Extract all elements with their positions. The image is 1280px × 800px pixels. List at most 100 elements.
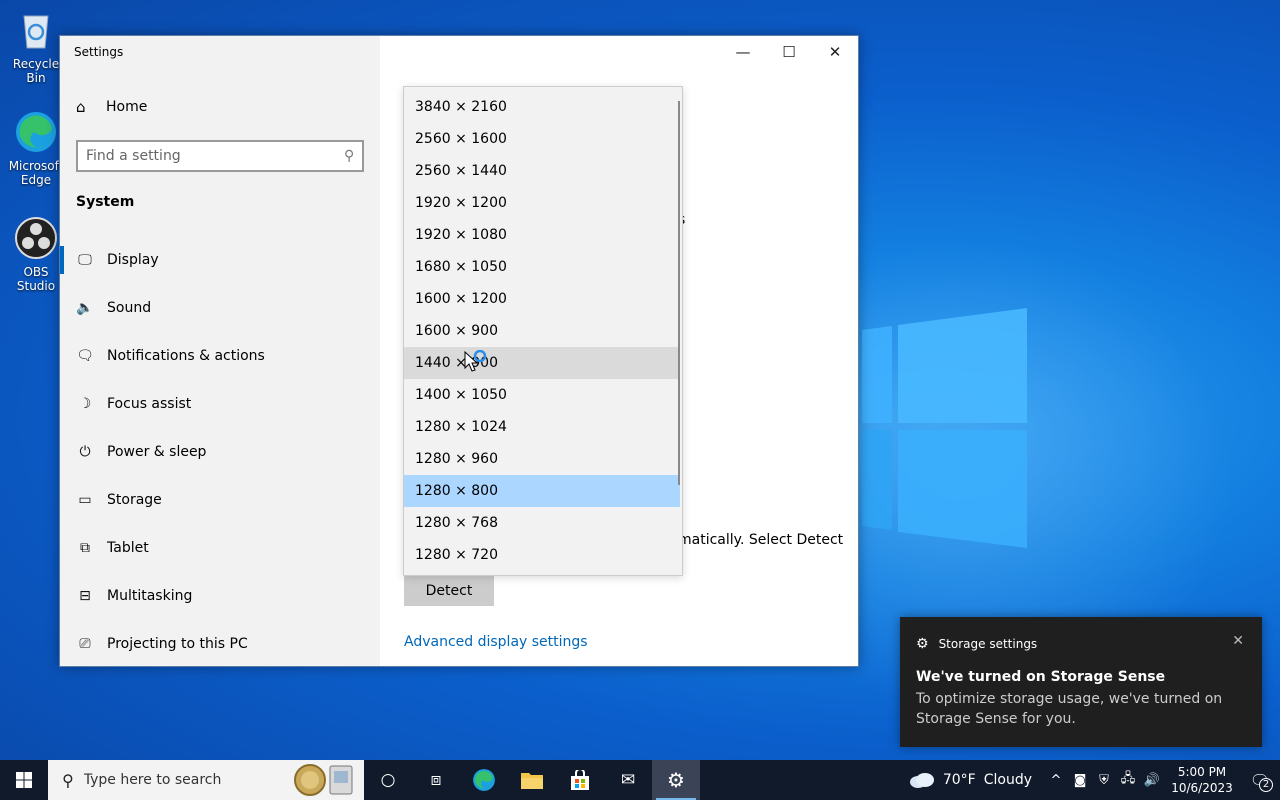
sidebar-item-label: Storage (107, 492, 162, 508)
task-view-cortana-button[interactable]: ○ (364, 760, 412, 800)
resolution-options: 3840 × 2160 2560 × 1600 2560 × 1440 1920 × … (404, 91, 682, 571)
recycle-bin-icon (23, 15, 49, 49)
settings-sidebar: Settings ⌂ Home ⚲ System 🖵 Display 🔈 Sou… (60, 36, 380, 666)
sidebar-item-label: Projecting to this PC (107, 636, 248, 652)
clock-time: 5:00 PM (1177, 765, 1227, 779)
start-button[interactable] (0, 760, 48, 800)
resolution-option[interactable]: 2560 × 1440 (404, 155, 680, 187)
system-nav: 🖵 Display 🔈 Sound 🗨 Notifications & acti… (60, 236, 380, 668)
tablet-icon: ⧉ (80, 540, 90, 556)
home-label: Home (106, 99, 148, 115)
speaker-icon: 🔈 (76, 300, 94, 316)
task-view-button[interactable]: ⧈ (412, 760, 460, 800)
sidebar-item-notifications[interactable]: 🗨 Notifications & actions (60, 332, 380, 380)
folder-icon (521, 773, 543, 789)
sidebar-item-power-sleep[interactable]: ⏻ Power & sleep (60, 428, 380, 476)
resolution-option[interactable]: 1920 × 1080 (404, 219, 680, 251)
notification-icon: 🗨 (76, 348, 94, 364)
search-icon[interactable]: ⚲ (344, 148, 354, 164)
resolution-option[interactable]: 2560 × 1600 (404, 123, 680, 155)
sidebar-item-label: Power & sleep (107, 444, 207, 460)
find-setting-search[interactable]: ⚲ (76, 140, 364, 172)
resolution-option[interactable]: 1280 × 768 (404, 507, 680, 539)
sidebar-item-storage[interactable]: ▭ Storage (60, 476, 380, 524)
network-icon[interactable]: 🖧 (1116, 769, 1140, 791)
meet-now-icon[interactable]: ◙ (1068, 773, 1092, 788)
toast-close-icon[interactable]: ✕ (1232, 633, 1244, 649)
resolution-option[interactable]: 1680 × 1050 (404, 251, 680, 283)
sidebar-item-display[interactable]: 🖵 Display (60, 236, 380, 284)
sidebar-item-label: Multitasking (107, 588, 193, 604)
mouse-cursor-busy-icon (464, 350, 487, 372)
resolution-option[interactable]: 1280 × 720 (404, 539, 680, 571)
cloud-icon (909, 773, 934, 788)
weather-desc: Cloudy (983, 772, 1032, 788)
detect-button[interactable]: Detect (404, 576, 494, 606)
resolution-option[interactable]: 1280 × 960 (404, 443, 680, 475)
sidebar-item-projecting[interactable]: ⎚ Projecting to this PC (60, 620, 380, 668)
minimize-button[interactable]: — (720, 36, 766, 68)
sidebar-item-label: Display (107, 252, 159, 268)
sidebar-item-tablet[interactable]: ⧉ Tablet (60, 524, 380, 572)
resolution-option[interactable]: 1920 × 1200 (404, 187, 680, 219)
sidebar-item-label: Sound (107, 300, 152, 316)
store-bag-icon (571, 770, 589, 790)
maximize-button[interactable]: ☐ (766, 36, 812, 68)
tray-chevron-up-icon[interactable]: ^ (1044, 773, 1068, 788)
resolution-option[interactable]: 1400 × 1050 (404, 379, 680, 411)
window-title: Settings (74, 45, 124, 59)
resolution-option[interactable]: 1280 × 1024 (404, 411, 680, 443)
sidebar-item-sound[interactable]: 🔈 Sound (60, 284, 380, 332)
system-tray: 70°F Cloudy ^ ◙ ⛨ 🖧 🔊 5:00 PM 10/6/2023 … (909, 760, 1280, 800)
home-nav-item[interactable]: ⌂ Home (76, 98, 147, 116)
taskbar-file-explorer-button[interactable] (508, 760, 556, 800)
cortana-icon: ○ (380, 770, 396, 790)
multitasking-icon: ⊟ (79, 588, 91, 604)
taskbar-store-button[interactable] (556, 760, 604, 800)
notification-count-badge: 2 (1259, 778, 1273, 792)
weather-widget[interactable]: 70°F Cloudy (909, 772, 1032, 788)
security-alert-icon[interactable]: ⛨ (1092, 773, 1116, 788)
toast-app-name: Storage settings (938, 637, 1038, 651)
sidebar-item-focus-assist[interactable]: ☽ Focus assist (60, 380, 380, 428)
windows-logo-wallpaper (862, 308, 1027, 548)
taskbar-search-input[interactable] (83, 772, 284, 788)
dropdown-scrollbar[interactable] (678, 101, 680, 485)
taskbar: ⚲ ○ ⧈ ✉ ⚙ (0, 760, 1280, 800)
power-icon: ⏻ (79, 444, 91, 460)
edge-icon (16, 112, 56, 152)
toast-app-header: ⚙ Storage settings (916, 636, 1037, 652)
advanced-display-settings-link[interactable]: Advanced display settings (404, 634, 588, 650)
volume-icon[interactable]: 🔊 (1140, 773, 1164, 788)
taskbar-edge-button[interactable] (460, 760, 508, 800)
storage-icon: ▭ (78, 492, 92, 508)
action-center-button[interactable]: 🗨 2 (1240, 760, 1280, 800)
resolution-option[interactable]: 1440 × 900 (404, 347, 680, 379)
storage-sense-toast[interactable]: ⚙ Storage settings ✕ We've turned on Sto… (900, 617, 1262, 747)
search-input[interactable] (86, 148, 344, 164)
search-icon: ⚲ (62, 770, 74, 790)
taskbar-search-box[interactable]: ⚲ (48, 760, 364, 800)
resolution-option[interactable]: 1600 × 1200 (404, 283, 680, 315)
taskbar-settings-button[interactable]: ⚙ (652, 760, 700, 800)
sidebar-item-multitasking[interactable]: ⊟ Multitasking (60, 572, 380, 620)
resolution-option[interactable]: 1280 × 800 (404, 475, 680, 507)
obs-icon (15, 217, 57, 259)
resolution-dropdown-list[interactable]: 3840 × 2160 2560 × 1600 2560 × 1440 1920 × … (403, 86, 683, 576)
sidebar-item-label: Tablet (107, 540, 149, 556)
resolution-option[interactable]: 3840 × 2160 (404, 91, 680, 123)
taskbar-clock[interactable]: 5:00 PM 10/6/2023 (1164, 764, 1240, 796)
gear-icon: ⚙ (667, 768, 685, 792)
taskbar-mail-button[interactable]: ✉ (604, 760, 652, 800)
toast-title: We've turned on Storage Sense (916, 669, 1166, 685)
close-button[interactable]: ✕ (812, 36, 858, 68)
detect-description-fragment: matically. Select Detect (678, 532, 844, 548)
monitor-icon: 🖵 (78, 252, 92, 268)
resolution-option[interactable]: 1600 × 900 (404, 315, 680, 347)
moon-icon: ☽ (78, 396, 92, 412)
windows-start-icon (16, 772, 32, 788)
edge-icon (473, 769, 495, 791)
window-controls: — ☐ ✕ (720, 36, 858, 68)
sidebar-item-label: Notifications & actions (107, 348, 265, 364)
weather-temp: 70°F (942, 772, 976, 788)
